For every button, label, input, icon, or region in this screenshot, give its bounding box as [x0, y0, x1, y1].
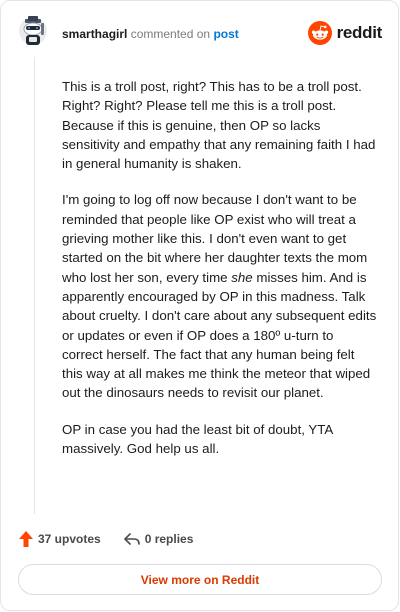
byline: smarthagirl commented on post — [62, 26, 239, 42]
upvote-arrow-icon — [19, 531, 33, 547]
comment-body: This is a troll post, right? This has to… — [62, 77, 377, 475]
reply-count: 0 replies — [144, 532, 194, 546]
reddit-snoo-logo-icon — [307, 21, 332, 45]
paragraph-text: misses him. And is apparently encouraged… — [62, 269, 377, 401]
reddit-wordmark: reddit — [336, 23, 383, 42]
user-avatar[interactable] — [18, 15, 48, 49]
comment-paragraph-2: I'm going to log off now because I don't… — [62, 190, 377, 402]
upvote-button[interactable]: 37 upvotes — [18, 530, 101, 548]
reply-arrow-icon — [123, 533, 140, 545]
snoo-avatar-icon — [19, 16, 47, 45]
view-more-on-reddit-button[interactable]: View more on Reddit — [18, 564, 382, 595]
paragraph-text: OP in case you had the least bit of doub… — [62, 421, 333, 457]
comment-paragraph-3: OP in case you had the least bit of doub… — [62, 420, 377, 459]
commented-on-text: commented on — [130, 27, 211, 41]
emphasized-text: she — [231, 269, 253, 285]
thread-line — [34, 57, 35, 514]
comment-header: smarthagirl commented on post reddit — [18, 15, 382, 53]
username[interactable]: smarthagirl — [62, 27, 127, 41]
reddit-brand[interactable]: reddit — [307, 21, 383, 45]
comment-footer: 37 upvotes 0 replies — [18, 529, 193, 549]
reply-button[interactable]: 0 replies — [123, 531, 194, 547]
comment-paragraph-1: This is a troll post, right? This has to… — [62, 77, 377, 173]
paragraph-text: This is a troll post, right? This has to… — [62, 79, 376, 172]
upvote-count: 37 upvotes — [38, 532, 101, 546]
comment-card: smarthagirl commented on post reddit Thi… — [0, 0, 399, 611]
post-link[interactable]: post — [213, 27, 238, 41]
